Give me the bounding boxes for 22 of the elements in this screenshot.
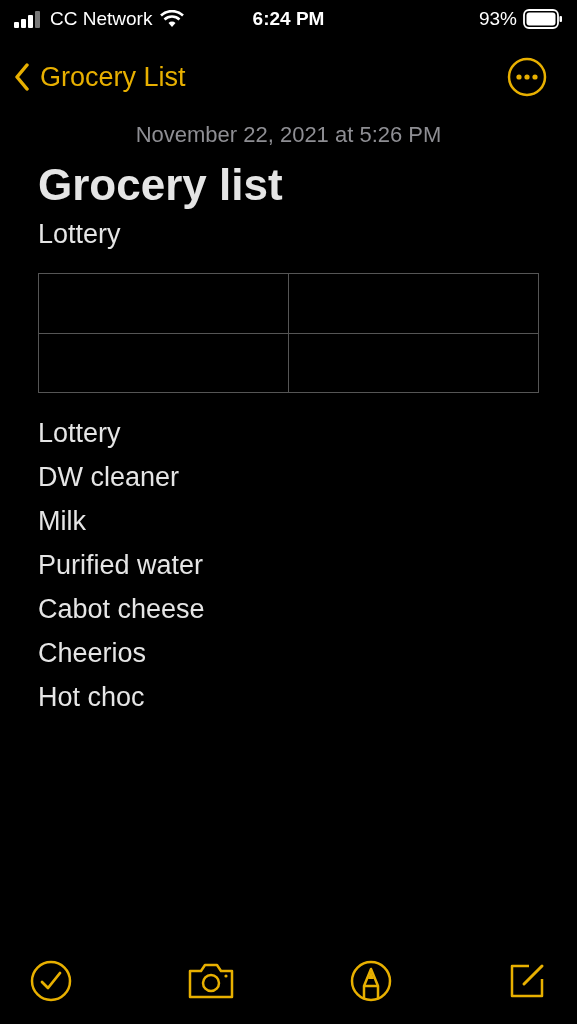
- note-text: Lottery: [38, 218, 122, 251]
- note-date: November 22, 2021 at 5:26 PM: [134, 121, 443, 149]
- battery-icon: [523, 9, 563, 29]
- signal-icon: [14, 10, 42, 28]
- note-line: Hot choc: [38, 681, 146, 714]
- marker-icon[interactable]: [350, 960, 392, 1002]
- camera-icon[interactable]: [187, 962, 235, 1000]
- note-line: Milk: [38, 505, 87, 538]
- carrier-name: CC Network: [50, 6, 153, 31]
- note-line: Purified water: [38, 549, 205, 582]
- more-icon[interactable]: [507, 57, 547, 97]
- note-title: Grocery list: [38, 159, 284, 211]
- battery-percentage: 93%: [478, 6, 517, 31]
- note-line: Lottery: [38, 417, 122, 450]
- note-line: Cheerios: [38, 637, 148, 670]
- back-button[interactable]: Grocery List: [14, 56, 186, 98]
- wifi-icon: [160, 10, 185, 28]
- clock: 6:24 PM: [252, 6, 325, 31]
- back-chevron-icon: [14, 63, 30, 91]
- note-line: Cabot cheese: [38, 593, 206, 626]
- note-line: DW cleaner: [38, 461, 181, 494]
- checklist-icon[interactable]: [30, 960, 72, 1002]
